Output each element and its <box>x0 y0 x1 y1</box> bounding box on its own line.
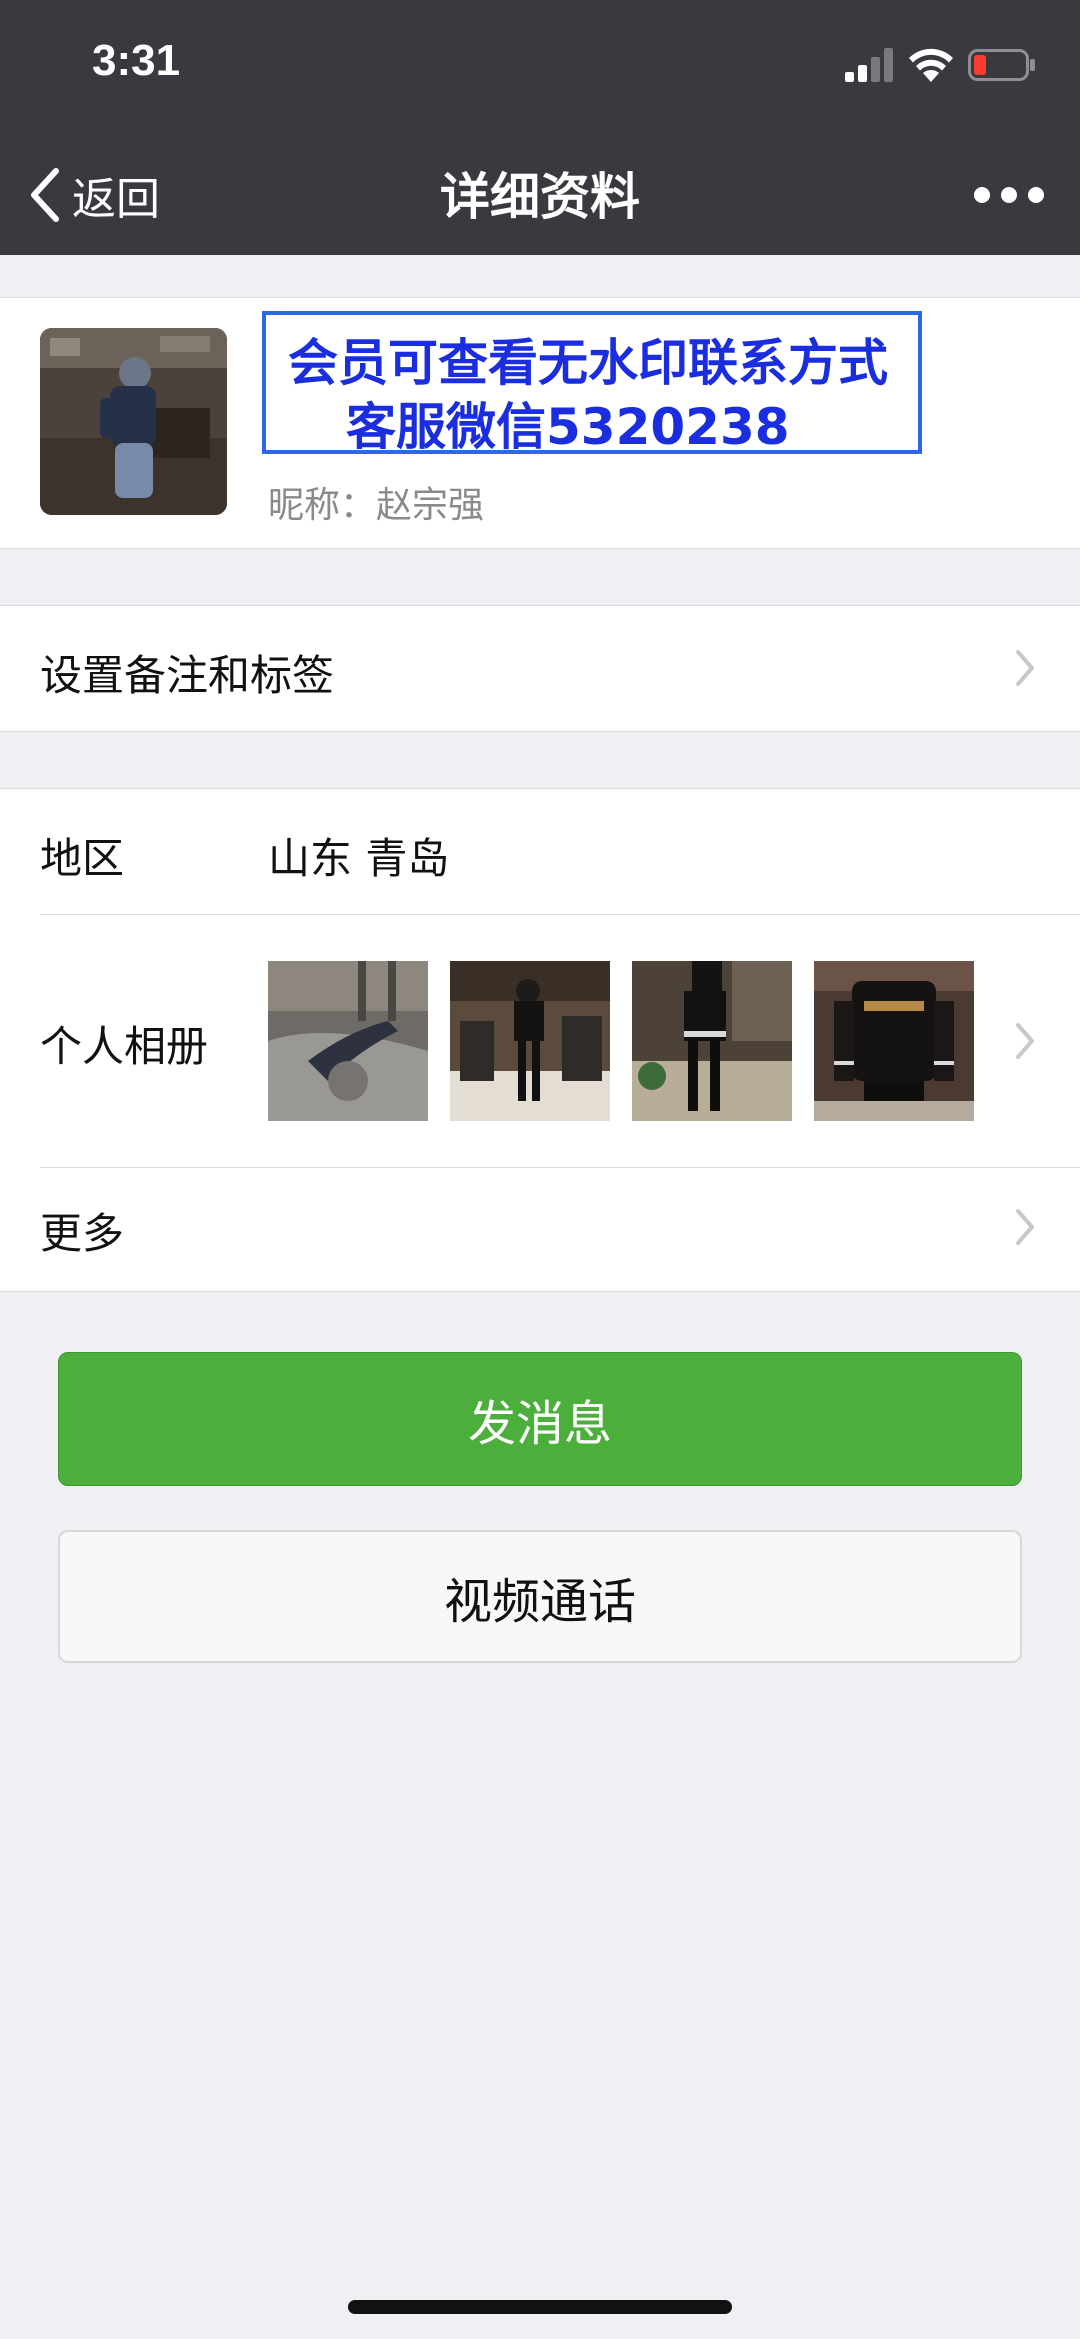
region-value: 山东 青岛 <box>268 834 450 883</box>
chevron-right-icon <box>1016 1209 1034 1245</box>
battery-low-icon <box>968 49 1035 81</box>
status-time: 3:31 <box>92 36 181 85</box>
watermark-banner: 会员可查看无水印联系方式 客服微信5320238 <box>262 311 922 456</box>
remark-tags-row[interactable]: 设置备注和标签 <box>0 605 1080 732</box>
album-photo <box>632 961 792 1121</box>
home-indicator[interactable] <box>348 2300 732 2314</box>
album-photo <box>814 961 974 1121</box>
send-message-button[interactable]: 发消息 <box>58 1352 1022 1486</box>
album-photos <box>268 961 996 1121</box>
nickname-text: 昵称：赵宗强 <box>268 485 485 526</box>
profile-card: 会员可查看无水印联系方式 客服微信5320238 昵称：赵宗强 <box>0 297 1080 549</box>
album-photo <box>450 961 610 1121</box>
status-bar: 3:31 <box>0 0 1080 135</box>
divider <box>40 1167 1080 1168</box>
video-call-button[interactable]: 视频通话 <box>58 1530 1022 1663</box>
more-options-icon[interactable] <box>972 177 1046 213</box>
album-photo <box>268 961 428 1121</box>
album-label: 个人相册 <box>40 1022 209 1071</box>
avatar-photo <box>40 328 227 515</box>
wifi-icon <box>909 48 953 82</box>
region-label: 地区 <box>40 834 125 883</box>
info-group: 地区 山东 青岛 个人相册 更多 <box>0 788 1080 1292</box>
watermark-line1: 会员可查看无水印联系方式 <box>288 334 888 392</box>
cellular-signal-icon <box>845 48 893 82</box>
page-title: 详细资料 <box>440 168 640 226</box>
divider <box>40 914 1080 915</box>
watermark-line2: 客服微信5320238 <box>346 398 790 456</box>
avatar[interactable] <box>40 328 227 515</box>
remark-tags-label: 设置备注和标签 <box>40 651 335 700</box>
more-label: 更多 <box>40 1209 125 1258</box>
chevron-right-icon <box>1016 1023 1034 1059</box>
chevron-right-icon <box>1016 650 1034 686</box>
navigation-bar: 返回 详细资料 <box>0 135 1080 255</box>
